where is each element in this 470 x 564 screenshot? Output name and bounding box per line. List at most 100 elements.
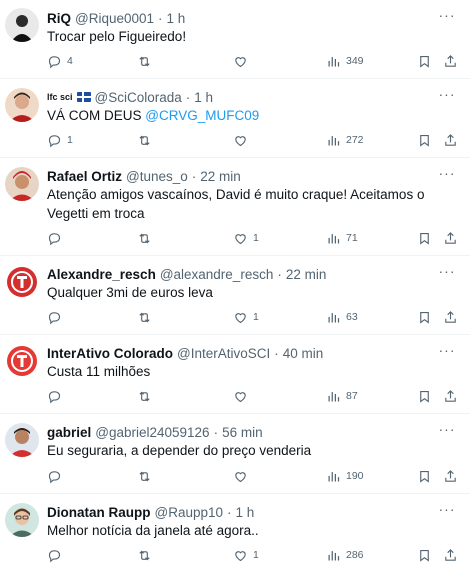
like-button[interactable]: 1 [233, 546, 259, 564]
timestamp[interactable]: 1 h [194, 90, 213, 105]
share-button[interactable] [443, 308, 458, 326]
analytics-icon [328, 391, 340, 401]
like-button[interactable]: 1 [233, 308, 259, 326]
share-button[interactable] [443, 131, 458, 149]
avatar[interactable] [5, 503, 39, 537]
bookmark-button[interactable] [417, 546, 432, 564]
share-button[interactable] [443, 52, 458, 70]
user-handle[interactable]: @alexandre_resch [160, 267, 274, 282]
display-name[interactable]: Alexandre_resch [47, 267, 156, 282]
bookmark-button[interactable] [417, 52, 432, 70]
more-options-icon[interactable]: ··· [438, 422, 456, 441]
share-button[interactable] [443, 546, 458, 564]
tweet[interactable]: Dionatan Raupp @Raupp10 · 1 h ··· Melhor… [0, 494, 470, 564]
avatar[interactable] [5, 423, 39, 457]
retweet-button[interactable] [137, 131, 152, 149]
avatar[interactable] [5, 265, 39, 299]
bookmark-button[interactable] [417, 308, 432, 326]
retweet-button[interactable] [137, 546, 152, 564]
more-options-icon[interactable]: ··· [438, 166, 456, 185]
more-options-icon[interactable]: ··· [438, 343, 456, 362]
display-name[interactable]: gabriel [47, 425, 91, 440]
retweet-button[interactable] [137, 308, 152, 326]
user-handle[interactable]: @tunes_o [126, 169, 188, 184]
like-button[interactable] [233, 52, 248, 70]
share-button[interactable] [443, 387, 458, 405]
more-options-icon[interactable]: ··· [438, 8, 456, 27]
tweet-text: VÁ COM DEUS @CRVG_MUFC09 [47, 106, 454, 125]
bookmark-button[interactable] [417, 131, 432, 149]
reply-button[interactable] [47, 467, 62, 485]
tweet-actions: 190 [47, 467, 460, 485]
share-button[interactable] [443, 229, 458, 247]
tweet-header: RiQ @Rique0001 · 1 h [47, 9, 430, 27]
share-icon [445, 310, 456, 323]
like-button[interactable]: 1 [233, 229, 259, 247]
tweet[interactable]: Alexandre_resch @alexandre_resch · 22 mi… [0, 256, 470, 335]
retweet-button[interactable] [137, 52, 152, 70]
more-options-icon[interactable]: ··· [438, 264, 456, 283]
tweet-actions: 87 [47, 387, 460, 405]
avatar[interactable] [5, 167, 39, 201]
views-button[interactable]: 87 [326, 387, 358, 405]
reply-button[interactable]: 1 [47, 131, 73, 149]
display-name[interactable]: Dionatan Raupp [47, 505, 151, 520]
user-handle[interactable]: @gabriel24059126 [95, 425, 209, 440]
reply-button[interactable] [47, 546, 62, 564]
tweet[interactable]: gabriel @gabriel24059126 · 56 min ··· Eu… [0, 414, 470, 494]
bookmark-icon [420, 311, 429, 324]
timestamp[interactable]: 56 min [222, 425, 263, 440]
retweet-icon [139, 471, 150, 481]
bookmark-button[interactable] [417, 229, 432, 247]
display-name[interactable]: InterAtivo Colorado [47, 346, 173, 361]
like-button[interactable] [233, 131, 248, 149]
reply-button[interactable]: 4 [47, 52, 73, 70]
heart-icon [235, 471, 246, 482]
timestamp[interactable]: 1 h [167, 11, 186, 26]
views-button[interactable]: 71 [326, 229, 358, 247]
views-button[interactable]: 286 [326, 546, 364, 564]
user-handle[interactable]: @Rique0001 [75, 11, 154, 26]
display-name[interactable]: RiQ [47, 11, 71, 26]
share-button[interactable] [443, 467, 458, 485]
display-name[interactable]: Rafael Ortiz [47, 169, 122, 184]
share-icon [445, 469, 456, 482]
views-button[interactable]: 272 [326, 131, 364, 149]
timestamp[interactable]: 22 min [200, 169, 241, 184]
bookmark-button[interactable] [417, 467, 432, 485]
views-button[interactable]: 349 [326, 52, 364, 70]
more-options-icon[interactable]: ··· [438, 502, 456, 521]
retweet-button[interactable] [137, 229, 152, 247]
user-handle[interactable]: @InterAtivoSCI [177, 346, 270, 361]
timestamp[interactable]: 22 min [286, 267, 327, 282]
tweet[interactable]: Rafael Ortiz @tunes_o · 22 min ··· Atenç… [0, 158, 470, 256]
like-button[interactable] [233, 467, 248, 485]
tweet[interactable]: lfc sci @SciColorada · 1 h ··· VÁ COM DE… [0, 79, 470, 158]
avatar[interactable] [5, 88, 39, 122]
views-button[interactable]: 63 [326, 308, 358, 326]
reply-button[interactable] [47, 387, 62, 405]
reply-button[interactable] [47, 229, 62, 247]
reply-button[interactable] [47, 308, 62, 326]
like-button[interactable] [233, 387, 248, 405]
views-button[interactable]: 190 [326, 467, 364, 485]
user-handle[interactable]: @Raupp10 [155, 505, 224, 520]
tweet[interactable]: InterAtivo Colorado @InterAtivoSCI · 40 … [0, 335, 470, 414]
avatar[interactable] [5, 8, 39, 42]
bookmark-button[interactable] [417, 387, 432, 405]
display-name[interactable]: lfc sci [47, 92, 73, 102]
mention-link[interactable]: @CRVG_MUFC09 [145, 108, 259, 123]
retweet-button[interactable] [137, 387, 152, 405]
retweet-button[interactable] [137, 467, 152, 485]
views-count: 87 [346, 390, 358, 402]
tweet-header: InterAtivo Colorado @InterAtivoSCI · 40 … [47, 344, 430, 362]
reply-feed: RiQ @Rique0001 · 1 h ··· Trocar pelo Fig… [0, 0, 470, 564]
timestamp[interactable]: 40 min [283, 346, 324, 361]
user-handle[interactable]: @SciColorada [95, 90, 182, 105]
analytics-icon [328, 56, 340, 66]
tweet[interactable]: RiQ @Rique0001 · 1 h ··· Trocar pelo Fig… [0, 0, 470, 79]
more-options-icon[interactable]: ··· [438, 87, 456, 106]
share-icon [445, 133, 456, 146]
avatar[interactable] [5, 344, 39, 378]
timestamp[interactable]: 1 h [236, 505, 255, 520]
